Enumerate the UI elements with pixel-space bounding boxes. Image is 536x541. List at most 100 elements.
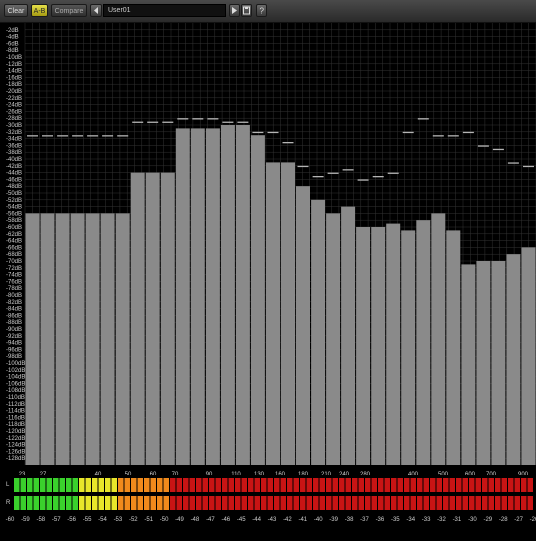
spectrum-analyzer: -2dB -4dB -6dB -8dB -10dB -12dB -14dB -16dB -18d… [0,23,536,465]
meter-segment [456,478,462,492]
meter-scale-label: -28 [499,517,508,523]
y-tick-label: -24dB [6,103,22,109]
meter-segment [300,478,306,492]
meter-segment [85,496,91,510]
peak-marker [192,118,204,120]
spectrum-bar [401,230,416,465]
meter-segment [196,496,202,510]
peak-marker [162,121,174,123]
spectrum-bar [356,227,371,465]
compare-button[interactable]: Compare [51,4,87,17]
peak-marker [42,135,53,137]
meter-segment [332,496,338,510]
y-tick-label: -66dB [6,245,22,251]
meter-segment [46,496,52,510]
meter-scale-label: -55 [83,517,92,523]
meter-scale-label: -32 [437,517,446,523]
meter-scale-label: -45 [237,517,246,523]
meter-segment [33,478,39,492]
meter-segment [144,496,150,510]
save-icon [243,6,250,15]
meter-segment [105,496,111,510]
y-tick-label: -92dB [6,334,22,340]
peak-marker [252,131,264,134]
spectrum-bar [476,261,491,465]
ab-toggle-button[interactable]: A-B [31,4,48,17]
y-tick-label: -72dB [6,266,22,272]
meter-segment [72,496,78,510]
meter-segment [163,496,169,510]
spectrum-bar [55,213,70,465]
y-tick-label: -8dB [6,48,19,54]
meter-segment [111,496,117,510]
meter-scale-label: -44 [252,517,261,523]
play-preset-button[interactable] [229,4,240,17]
meter-scale-label: -43 [268,517,277,523]
meter-segment [228,478,234,492]
meter-segment [495,496,501,510]
meter-scale-label: -35 [391,517,400,523]
y-tick-label: -26dB [6,109,22,115]
y-tick-label: -52dB [6,198,22,204]
spectrum-bar [446,230,461,465]
prev-preset-button[interactable] [90,4,102,17]
meter-segment [150,478,156,492]
spectrum-bar [461,264,476,465]
meter-segment [170,478,176,492]
meter-segment [163,478,169,492]
spectrum-bar [521,247,536,465]
meter-segment [371,496,377,510]
meter-segment [118,496,124,510]
meter-segment [378,478,384,492]
y-tick-label: -78dB [6,286,22,292]
meter-scale-label: -53 [114,517,123,523]
meter-segment [521,478,527,492]
peak-marker [477,145,489,147]
spectrum-bar [40,213,55,465]
meter-segment [352,496,358,510]
y-tick-label: -76dB [6,279,22,285]
meter-segment [313,478,319,492]
help-icon: ? [260,7,265,16]
spectrum-bar [70,213,85,465]
spectrum-plot: -2dB-4dB-6dB-8dB-10dB-12dB-14dB-16dB-18d… [6,23,536,465]
meter-scale-label: -30 [468,517,477,523]
spectrum-bar [281,162,295,465]
spectrum-bar [235,125,250,465]
meter-scale-label: -27 [514,517,523,523]
meter-segment [417,496,423,510]
clear-button[interactable]: Clear [4,4,28,17]
play-icon [232,7,237,14]
meter-scale-label: -59 [21,517,30,523]
meter-segment [254,478,260,492]
y-tick-label: -74dB [6,273,22,279]
spectrum-bar [100,213,115,465]
meter-segment [241,496,247,510]
peak-marker [132,121,144,123]
meter-segment [85,478,91,492]
meter-segment [189,478,195,492]
meter-segment [365,478,371,492]
y-tick-label: -30dB [6,123,22,129]
spectrum-bar [250,135,265,465]
meter-segment [339,478,345,492]
meter-segment [92,478,98,492]
meter-segment [98,478,104,492]
meter-scale-label: -29 [483,517,492,523]
preset-name-field[interactable]: User01 [103,4,226,17]
meter-segment [430,496,436,510]
meter-segment [46,478,52,492]
save-preset-button[interactable] [241,4,252,17]
meter-segment [241,478,247,492]
y-tick-label: -80dB [6,293,22,299]
y-tick-label: -34dB [6,137,22,143]
meter-scale-label: -58 [36,517,45,523]
spectrum-bar [386,223,401,465]
y-tick-label: -126dB [6,449,25,455]
y-axis-labels: -2dB-4dB-6dB-8dB-10dB-12dB-14dB-16dB-18d… [6,28,25,462]
meter-segment [92,496,98,510]
meter-segment [124,496,130,510]
peak-marker [492,148,504,151]
help-button[interactable]: ? [256,4,267,17]
meter-scale-label: -48 [191,517,200,523]
